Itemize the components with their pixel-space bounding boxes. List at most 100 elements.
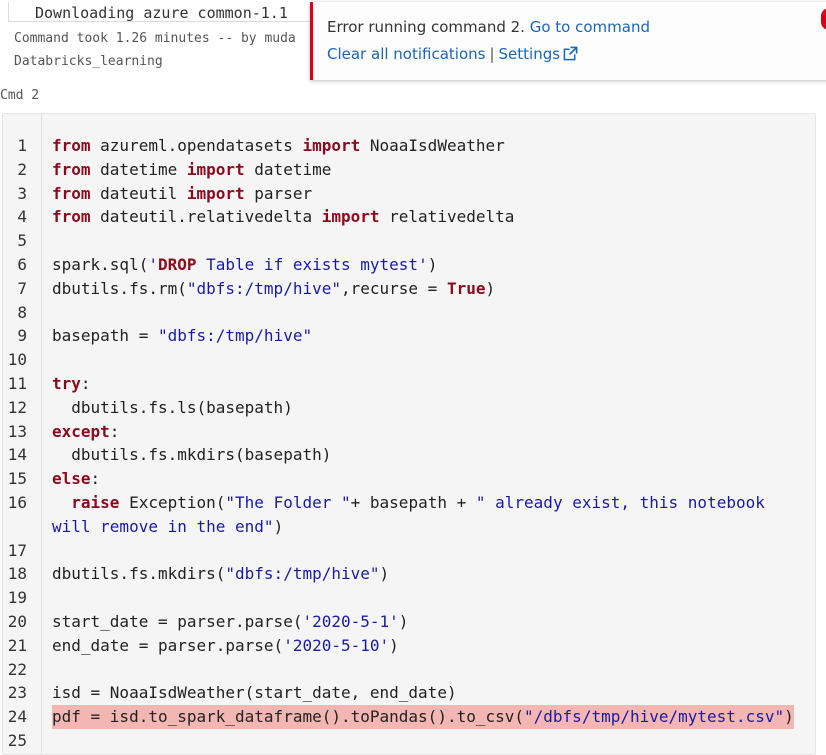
code-line[interactable]: 18 dbutils.fs.mkdirs("dbfs:/tmp/hive"): [3, 562, 815, 586]
code-line[interactable]: 12 dbutils.fs.ls(basepath): [3, 396, 815, 420]
code-text: raise Exception("The Folder "+ basepath …: [52, 491, 765, 515]
line-number: 13: [7, 421, 27, 441]
external-link-icon: [563, 46, 579, 61]
code-line[interactable]: 9 basepath = "dbfs:/tmp/hive": [3, 324, 815, 348]
code-text: dbutils.fs.ls(basepath): [52, 396, 293, 420]
line-number: 15: [7, 469, 27, 489]
code-token: dateutil.relativedelta: [90, 207, 322, 227]
code-line[interactable]: 5: [3, 229, 815, 253]
dismiss-notification-button[interactable]: [821, 8, 826, 30]
code-text: else:: [52, 467, 100, 491]
code-text: from dateutil import parser: [52, 182, 312, 206]
code-line[interactable]: 1 from azureml.opendatasets import NoaaIs…: [3, 134, 815, 158]
code-token: NoaaIsdWeather: [360, 136, 505, 155]
code-token: datetime: [90, 159, 187, 179]
code-text: will remove in the end"): [52, 515, 283, 539]
notification-message: Error running command 2. Go to command: [327, 18, 650, 36]
code-line[interactable]: 2 from datetime import datetime: [3, 158, 815, 182]
keyword-token: raise: [71, 493, 120, 512]
code-line[interactable]: 6 spark.sql('DROP Table if exists mytest'…: [3, 253, 815, 277]
line-number: 17: [7, 540, 27, 560]
separator: |: [489, 45, 495, 63]
code-token: ): [398, 612, 409, 631]
line-number: 25: [7, 731, 27, 750]
code-token: start_date = parser.parse(: [52, 612, 303, 631]
code-token: relativedelta: [379, 207, 515, 227]
error-text: Error running command 2.: [327, 18, 525, 36]
output-text: Downloading azure common-1.1: [8, 2, 312, 22]
line-number: 4: [17, 207, 27, 227]
code-text: from datetime import datetime: [52, 158, 331, 182]
keyword-token: from: [52, 207, 91, 227]
code-line[interactable]: will remove in the end"): [3, 515, 815, 539]
code-token: dateutil: [90, 183, 187, 203]
go-to-command-link[interactable]: Go to command: [530, 18, 650, 36]
code-token: :: [80, 374, 91, 393]
code-token: pdf = isd.to_spark_dataframe().toPandas(…: [52, 707, 525, 727]
code-line[interactable]: 20 start_date = parser.parse('2020-5-1'): [3, 610, 815, 634]
code-line[interactable]: 22: [3, 658, 815, 682]
previous-cell-output: Downloading azure common-1.1 Command too…: [0, 0, 312, 80]
line-number: 1: [17, 136, 27, 155]
code-text: end_date = parser.parse('2020-5-10'): [52, 634, 399, 658]
code-line[interactable]: 24 pdf = isd.to_spark_dataframe().toPanda…: [3, 705, 815, 730]
code-text: start_date = parser.parse('2020-5-1'): [52, 610, 408, 634]
settings-label: Settings: [498, 45, 561, 63]
code-text: basepath = "dbfs:/tmp/hive": [52, 324, 312, 348]
keyword-token: import: [321, 207, 380, 227]
line-number: 10: [7, 350, 27, 370]
code-token: datetime: [244, 159, 332, 179]
code-line[interactable]: 3 from dateutil import parser: [3, 182, 815, 206]
code-line[interactable]: 10: [3, 348, 815, 372]
code-token: dbutils.fs.rm(: [52, 278, 187, 298]
keyword-token: else: [52, 469, 91, 489]
string-token: ': [148, 255, 158, 274]
line-number: 20: [7, 612, 27, 631]
code-line[interactable]: 7 dbutils.fs.rm("dbfs:/tmp/hive",recurse …: [3, 277, 815, 301]
code-line[interactable]: 11 try:: [3, 372, 815, 396]
line-number: 19: [7, 588, 27, 608]
code-line[interactable]: 8: [3, 301, 815, 325]
line-number: 6: [17, 255, 27, 274]
keyword-token: from: [52, 159, 91, 179]
clear-all-notifications-link[interactable]: Clear all notifications: [327, 45, 485, 63]
code-line[interactable]: 23 isd = NoaaIsdWeather(start_date, end_d…: [3, 681, 815, 705]
code-token: spark.sql(: [52, 255, 149, 274]
code-text: pdf = isd.to_spark_dataframe().toPandas(…: [52, 705, 794, 730]
code-token: ): [784, 707, 794, 727]
code-token: ): [427, 255, 438, 274]
string-token: "The Folder ": [225, 493, 351, 512]
line-number: 12: [7, 397, 27, 417]
error-notification: Error running command 2. Go to command C…: [310, 2, 826, 80]
keyword-token: import: [302, 136, 361, 155]
code-line[interactable]: 17: [3, 539, 815, 563]
string-token: "/dbfs/tmp/hive/mytest.csv": [524, 707, 785, 727]
keyword-token: import: [186, 183, 245, 203]
code-token: ): [485, 278, 496, 298]
line-number: 11: [7, 374, 27, 393]
code-line[interactable]: 25: [3, 729, 815, 753]
code-line[interactable]: 4 from dateutil.relativedelta import rela…: [3, 205, 815, 229]
notification-actions: Clear all notifications | Settings: [327, 45, 579, 63]
line-number: 16: [7, 493, 27, 512]
string-token: will remove in the end": [52, 516, 274, 536]
code-line[interactable]: 21 end_date = parser.parse('2020-5-10'): [3, 634, 815, 658]
code-cell[interactable]: 1 from azureml.opendatasets import NoaaIs…: [2, 113, 816, 755]
code-line[interactable]: 14 dbutils.fs.mkdirs(basepath): [3, 443, 815, 467]
code-line[interactable]: 15 else:: [3, 467, 815, 491]
line-number: 24: [7, 707, 27, 727]
line-number: 7: [17, 278, 27, 298]
cell-label: Cmd 2: [0, 88, 40, 103]
code-token: ): [379, 564, 390, 584]
keyword-token: DROP: [157, 255, 197, 274]
code-token: basepath =: [52, 326, 158, 346]
code-line[interactable]: 16 raise Exception("The Folder "+ basepa…: [3, 491, 815, 515]
code-line[interactable]: 13 except:: [3, 420, 815, 444]
command-duration: Command took 1.26 minutes -- by muda: [14, 31, 296, 46]
code-text: try:: [52, 372, 91, 396]
string-token: '2020-5-1': [302, 612, 399, 631]
code-line[interactable]: 19: [3, 586, 815, 610]
keyword-token: except: [52, 421, 110, 441]
settings-link[interactable]: Settings: [499, 45, 579, 63]
